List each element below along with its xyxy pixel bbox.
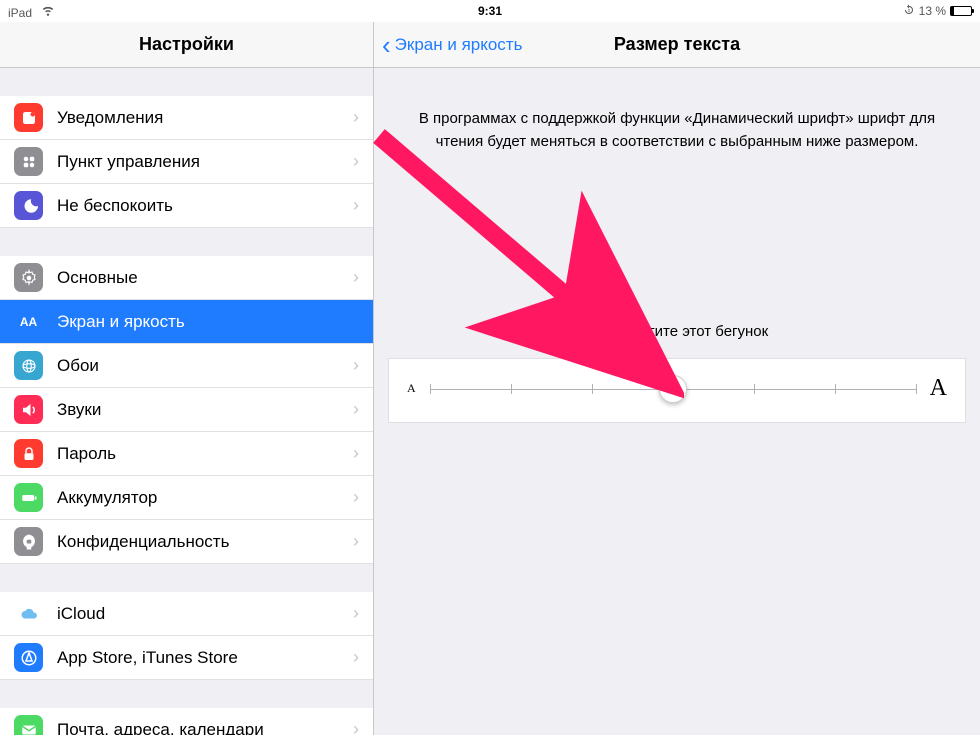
privacy-icon [14, 527, 43, 556]
icloud-icon [14, 599, 43, 628]
slider-tick [835, 384, 836, 394]
sidebar-item-notifications[interactable]: Уведомления › [0, 96, 373, 140]
slider-knob[interactable] [659, 375, 687, 403]
sidebar-item-label: Уведомления [57, 108, 339, 128]
slider-tick [430, 384, 431, 394]
sidebar-item-dnd[interactable]: Не беспокоить › [0, 184, 373, 228]
battery-pct: 13 % [919, 4, 946, 18]
battery-icon [14, 483, 43, 512]
sidebar-item-battery[interactable]: Аккумулятор › [0, 476, 373, 520]
chevron-right-icon: › [353, 603, 359, 624]
chevron-right-icon: › [353, 195, 359, 216]
back-button[interactable]: ‹ Экран и яркость [382, 22, 522, 67]
status-time: 9:31 [478, 4, 502, 18]
sidebar-item-label: iCloud [57, 604, 339, 624]
sidebar-item-icloud[interactable]: iCloud › [0, 592, 373, 636]
status-bar: iPad 9:31 13 % [0, 0, 980, 22]
general-icon [14, 263, 43, 292]
chevron-right-icon: › [353, 719, 359, 735]
slider-tick [592, 384, 593, 394]
sidebar-item-label: Пароль [57, 444, 339, 464]
slider-tick [511, 384, 512, 394]
chevron-right-icon: › [353, 443, 359, 464]
sidebar-item-label: Звуки [57, 400, 339, 420]
notifications-icon [14, 103, 43, 132]
sidebar-item-label: Почта, адреса, календари [57, 720, 339, 735]
sidebar-item-label: Аккумулятор [57, 488, 339, 508]
mail-icon [14, 715, 43, 735]
chevron-right-icon: › [353, 647, 359, 668]
chevron-right-icon: › [353, 531, 359, 552]
sidebar-item-wallpaper[interactable]: Обои › [0, 344, 373, 388]
chevron-right-icon: › [353, 487, 359, 508]
sidebar-item-label: Экран и яркость [57, 312, 359, 332]
slider-max-label: A [930, 375, 947, 402]
sidebar-title: Настройки [0, 22, 373, 68]
control-center-icon [14, 147, 43, 176]
sidebar-item-label: Основные [57, 268, 339, 288]
rotation-lock-icon [903, 4, 915, 19]
back-label: Экран и яркость [395, 35, 523, 55]
status-right: 13 % [903, 4, 972, 19]
dnd-icon [14, 191, 43, 220]
sounds-icon [14, 395, 43, 424]
detail-title: Размер текста [614, 34, 740, 55]
carrier-label: iPad [8, 6, 32, 20]
chevron-right-icon: › [353, 399, 359, 420]
chevron-right-icon: › [353, 355, 359, 376]
battery-icon [950, 6, 972, 16]
sidebar-item-label: Не беспокоить [57, 196, 339, 216]
sidebar-item-appstore[interactable]: App Store, iTunes Store › [0, 636, 373, 680]
wallpaper-icon [14, 351, 43, 380]
passcode-icon [14, 439, 43, 468]
appstore-icon [14, 643, 43, 672]
sidebar-item-control-center[interactable]: Пункт управления › [0, 140, 373, 184]
chevron-right-icon: › [353, 267, 359, 288]
sidebar-item-general[interactable]: Основные › [0, 256, 373, 300]
chevron-left-icon: ‹ [382, 32, 391, 58]
sidebar-item-label: Конфиденциальность [57, 532, 339, 552]
status-left: iPad [8, 3, 55, 20]
sidebar-item-label: App Store, iTunes Store [57, 648, 339, 668]
slider-min-label: A [407, 381, 416, 396]
text-size-slider[interactable] [430, 377, 916, 401]
display-icon: AA [14, 307, 43, 336]
chevron-right-icon: › [353, 107, 359, 128]
sidebar-item-passcode[interactable]: Пароль › [0, 432, 373, 476]
sidebar-item-display[interactable]: AA Экран и яркость [0, 300, 373, 344]
text-size-slider-box: A A [388, 358, 966, 423]
detail-navbar: ‹ Экран и яркость Размер текста [374, 22, 980, 68]
wifi-icon [41, 6, 55, 20]
text-size-description: В программах с поддержкой функции «Динам… [374, 68, 980, 153]
settings-sidebar: Настройки Уведомления › Пункт управления… [0, 22, 374, 735]
slider-caption: Переместите этот бегунок [374, 323, 980, 340]
sidebar-item-label: Обои [57, 356, 339, 376]
sidebar-item-privacy[interactable]: Конфиденциальность › [0, 520, 373, 564]
chevron-right-icon: › [353, 151, 359, 172]
sidebar-item-sounds[interactable]: Звуки › [0, 388, 373, 432]
detail-pane: ‹ Экран и яркость Размер текста В програ… [374, 22, 980, 735]
sidebar-item-mail[interactable]: Почта, адреса, календари › [0, 708, 373, 735]
slider-tick [754, 384, 755, 394]
slider-tick [916, 384, 917, 394]
sidebar-item-label: Пункт управления [57, 152, 339, 172]
